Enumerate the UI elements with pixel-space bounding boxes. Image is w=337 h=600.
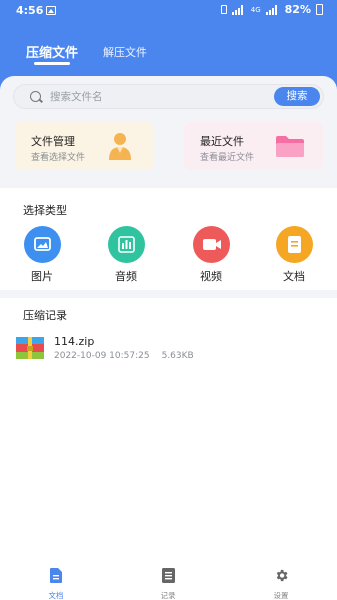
person-icon — [109, 133, 131, 160]
card-subtitle: 查看最近文件 — [200, 153, 255, 163]
status-icons: 4G 82% — [220, 3, 323, 16]
tab-compress-files[interactable]: 压缩文件 — [26, 42, 78, 61]
type-label: 文档 — [283, 270, 305, 283]
type-document[interactable]: 文档 — [264, 226, 324, 284]
type-image[interactable]: 图片 — [12, 226, 72, 284]
card-subtitle: 查看选择文件 — [31, 153, 86, 163]
tab-bar: 压缩文件 解压文件 — [0, 38, 337, 68]
zip-archive-icon — [16, 337, 44, 359]
nav-documents[interactable]: 文档 — [31, 568, 81, 600]
image-icon — [23, 226, 61, 263]
search-input[interactable] — [50, 85, 270, 108]
document-icon — [50, 568, 62, 583]
search-bar: 搜索 — [13, 84, 324, 109]
folder-icon — [276, 136, 304, 157]
card-title: 最近文件 — [200, 135, 244, 148]
status-bar: 4:56 4G 82% — [0, 0, 337, 22]
bottom-navigation: 文档 记录 设置 — [0, 560, 337, 600]
type-label: 图片 — [31, 270, 53, 283]
type-audio[interactable]: 音频 — [96, 226, 156, 284]
recent-files-card[interactable]: 最近文件 查看最近文件 — [184, 122, 323, 170]
record-date: 2022-10-09 10:57:25 — [54, 351, 150, 361]
nav-label: 设置 — [273, 591, 289, 600]
search-icon — [30, 91, 41, 102]
network-type-label: 4G — [250, 5, 261, 14]
record-size: 5.63KB — [161, 351, 194, 361]
type-video[interactable]: 视频 — [181, 226, 241, 284]
status-time: 4:56 — [16, 4, 44, 17]
audio-bars-icon — [107, 226, 145, 263]
document-icon — [275, 226, 313, 263]
nav-label: 记录 — [160, 591, 176, 600]
list-icon — [161, 568, 175, 583]
record-item[interactable]: 114.zip 2022-10-09 10:57:25 5.63KB — [14, 333, 324, 367]
search-button[interactable]: 搜索 — [274, 87, 320, 106]
gallery-notification-icon — [46, 6, 56, 15]
battery-percent: 82% — [284, 3, 311, 16]
battery-icon — [316, 4, 323, 15]
type-label: 音频 — [115, 270, 137, 283]
type-section-title: 选择类型 — [23, 204, 67, 217]
nav-records[interactable]: 记录 — [143, 568, 193, 600]
nav-settings[interactable]: 设置 — [256, 568, 306, 600]
card-title: 文件管理 — [31, 135, 75, 148]
type-label: 视频 — [200, 270, 222, 283]
record-meta: 2022-10-09 10:57:25 5.63KB — [54, 351, 194, 361]
signal-icon-2 — [265, 4, 280, 15]
record-file-name: 114.zip — [54, 335, 95, 348]
active-tab-indicator — [34, 62, 70, 65]
file-manager-card[interactable]: 文件管理 查看选择文件 — [15, 122, 154, 170]
records-section-title: 压缩记录 — [23, 309, 67, 322]
gear-icon — [276, 569, 287, 582]
tab-decompress-files[interactable]: 解压文件 — [103, 44, 147, 60]
vibrate-icon — [220, 5, 227, 14]
nav-label: 文档 — [48, 591, 64, 600]
signal-icon — [231, 4, 246, 15]
video-camera-icon — [192, 226, 230, 263]
